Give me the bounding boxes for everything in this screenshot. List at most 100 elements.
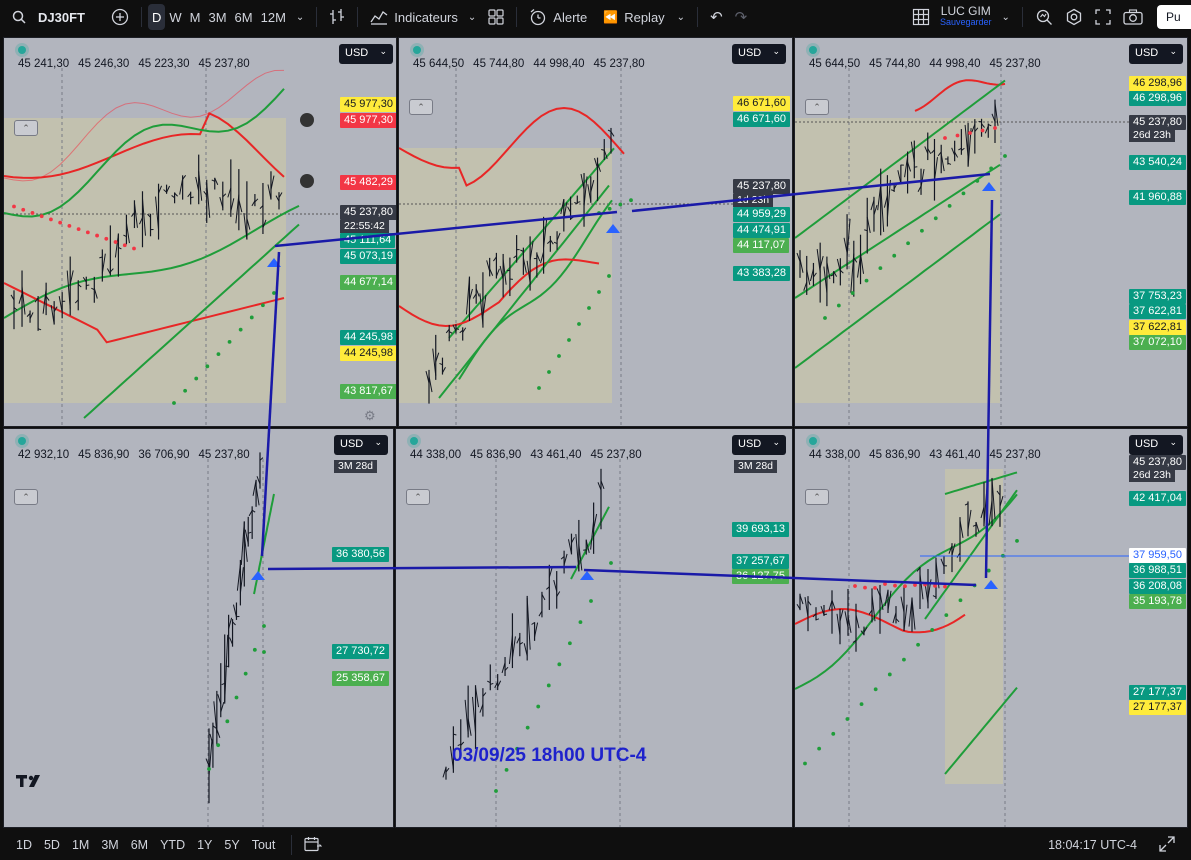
layout-grid-icon[interactable] [482,4,510,30]
price-chart-5[interactable] [396,429,793,828]
sar-dot [903,584,907,589]
collapse-legend-button[interactable]: ⌃ [805,489,829,505]
last-price-label: 45 237,80 [340,205,396,220]
redo-icon[interactable]: ↷ [729,4,754,30]
chart-pane-4[interactable]: 42 932,10 45 836,90 36 706,90 45 237,80 … [3,428,394,828]
chevron-down-icon: ⌄ [772,46,780,56]
sar-dot [913,583,917,587]
chart-pane-3[interactable]: 45 644,50 45 744,80 44 998,40 45 237,80 … [794,37,1188,427]
toolbar-separator [291,835,293,855]
timeframe-6m[interactable]: 6M [231,4,257,30]
open-value: 45 644,50 [809,58,861,70]
price-label: 36 127,75 [732,569,789,584]
sar-dot [567,338,571,342]
sar-dot [618,202,623,207]
timeframe-dropdown-chevron-down-icon[interactable]: ⌄ [290,4,310,30]
range-5d[interactable]: 5D [38,838,66,852]
collapse-legend-button[interactable]: ⌃ [14,489,38,505]
date-range-calendar-icon[interactable] [298,836,328,855]
currency-label: USD [738,438,762,450]
clock-timezone[interactable]: 18:04:17 UTC-4 [1048,838,1137,852]
currency-selector[interactable]: USD ⌄ [732,435,786,455]
chart-pane-2[interactable]: 45 644,50 45 744,80 44 998,40 45 237,80 … [398,37,793,427]
chart-type-bars-icon[interactable] [323,4,351,30]
collapse-legend-button[interactable]: ⌃ [14,120,38,136]
timeframe-d[interactable]: D [147,4,166,30]
sar-dot [578,620,583,625]
sar-dot [986,568,991,573]
sar-dot [113,240,118,244]
market-status-dot [809,46,817,54]
price-label: 44 474,91 [733,223,790,238]
layout-save-button[interactable]: LUC GIM Sauvegarder [940,5,992,28]
sar-dot [172,401,176,405]
range-5y[interactable]: 5Y [218,838,245,852]
compare-symbol-button[interactable] [105,4,135,30]
chart-pane-6[interactable]: 44 338,00 45 836,90 43 461,40 45 237,80 … [794,428,1188,828]
collapse-legend-button[interactable]: ⌃ [409,99,433,115]
fullscreen-icon[interactable] [1089,4,1117,30]
market-status-dot [18,437,26,445]
indicators-button[interactable]: Indicateurs ⌄ [364,4,482,30]
price-label: 44 245,98 [340,346,396,361]
toolbar-separator [516,7,518,27]
sar-dot [989,166,994,171]
range-1y[interactable]: 1Y [191,838,218,852]
settings-gear-icon[interactable] [1059,4,1089,30]
collapse-legend-button[interactable]: ⌃ [805,99,829,115]
publish-button[interactable]: Pu [1157,5,1191,29]
sar-dot [132,246,136,251]
price-label: 37 753,23 [1129,289,1186,304]
sar-dot [216,352,221,357]
multi-chart-layout-icon[interactable] [906,4,936,30]
timeframe-m[interactable]: M [186,4,205,30]
alert-button[interactable]: Alerte [523,4,593,30]
price-label: 37 072,10 [1129,335,1186,350]
chevron-down-icon[interactable]: ⌄ [996,4,1016,30]
range-ytd[interactable]: YTD [154,838,191,852]
sar-dot [58,220,63,225]
range-6m[interactable]: 6M [125,838,154,852]
expand-icon[interactable] [1159,836,1175,855]
open-value: 44 338,00 [410,449,462,461]
open-value: 45 241,30 [18,58,70,70]
replay-button[interactable]: ⏪ Replay ⌄ [597,4,691,30]
chart-pane-5[interactable]: 44 338,00 45 836,90 43 461,40 45 237,80 … [395,428,793,828]
sar-dot [194,376,199,381]
currency-selector[interactable]: USD ⌄ [732,44,786,64]
ohlc-legend: 44 338,00 45 836,90 43 461,40 45 237,80 [809,449,1041,461]
quick-search-icon[interactable] [1029,4,1059,30]
undo-icon[interactable]: ↶ [704,4,729,30]
pane-settings-gear-icon[interactable]: ⚙ [364,408,376,424]
price-chart-4[interactable] [4,429,394,828]
range-1d[interactable]: 1D [10,838,38,852]
timeframe-w[interactable]: W [165,4,185,30]
currency-selector[interactable]: USD ⌄ [339,44,393,64]
ohlc-legend: 44 338,00 45 836,90 43 461,40 45 237,80 [410,449,642,461]
symbol-search-button[interactable]: DJ30FT [32,4,91,30]
camera-icon[interactable] [1117,4,1149,30]
sar-dot [920,228,924,233]
alert-label: Alerte [553,9,588,25]
sar-dot [597,211,601,215]
sar-dot [817,746,822,751]
price-chart-6[interactable] [795,429,1188,828]
bottom-toolbar: 1D 5D 1M 3M 6M YTD 1Y 5Y Tout 18:04:17 U… [0,830,1191,860]
sar-dot [980,128,985,133]
collapse-legend-button[interactable]: ⌃ [406,489,430,505]
sar-dot [260,303,265,308]
chart-pane-1[interactable]: 45 241,30 45 246,30 45 223,30 45 237,80 … [3,37,397,427]
price-chart-1[interactable] [4,38,397,427]
range-3m[interactable]: 3M [95,838,124,852]
currency-selector[interactable]: USD ⌄ [1129,44,1183,64]
search-icon[interactable] [6,4,32,30]
range-all[interactable]: Tout [246,838,282,852]
timeframe-3m[interactable]: 3M [204,4,230,30]
alert-marker [300,174,314,188]
range-1m[interactable]: 1M [66,838,95,852]
sar-dot [944,613,949,617]
currency-selector[interactable]: USD ⌄ [1129,435,1183,455]
timeframe-12m[interactable]: 12M [257,4,290,30]
currency-selector[interactable]: USD ⌄ [334,435,388,455]
sar-dot [557,662,562,667]
